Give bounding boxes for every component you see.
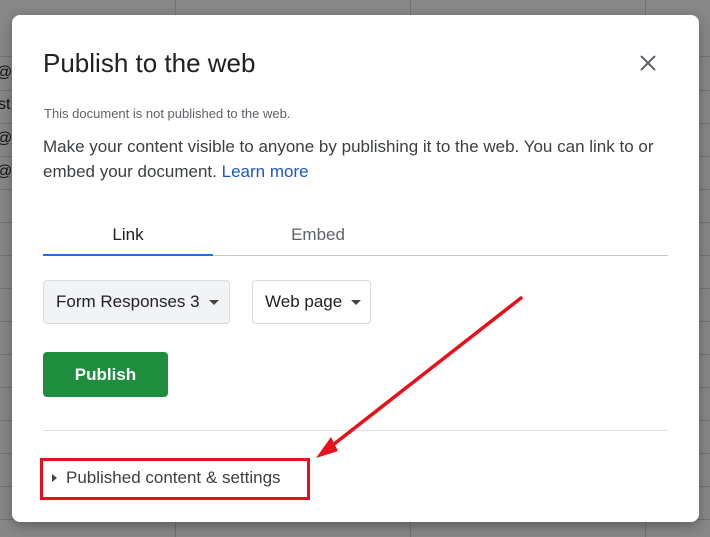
learn-more-link[interactable]: Learn more	[222, 162, 309, 181]
divider	[43, 430, 668, 431]
tab-embed[interactable]: Embed	[233, 225, 403, 255]
tab-link[interactable]: Link	[43, 225, 213, 256]
dialog-description: Make your content visible to anyone by p…	[43, 134, 673, 184]
description-text: Make your content visible to anyone by p…	[43, 137, 654, 181]
published-content-settings-toggle[interactable]: Published content & settings	[40, 459, 308, 497]
publish-button[interactable]: Publish	[43, 352, 168, 397]
close-icon	[640, 55, 656, 71]
dialog-title: Publish to the web	[43, 48, 256, 78]
sheet-select-value: Form Responses 3	[56, 292, 200, 311]
format-select-dropdown[interactable]: Web page	[252, 280, 371, 324]
publish-status-text: This document is not published to the we…	[44, 106, 291, 121]
close-button[interactable]	[636, 51, 660, 75]
tab-bar: Link Embed	[43, 225, 668, 256]
caret-down-icon	[208, 299, 219, 305]
publish-dialog: Publish to the web This document is not …	[12, 15, 699, 522]
settings-toggle-label: Published content & settings	[66, 468, 281, 487]
caret-down-icon	[351, 299, 362, 305]
sheet-select-dropdown[interactable]: Form Responses 3	[43, 280, 230, 324]
format-select-value: Web page	[265, 292, 343, 311]
expand-triangle-icon	[52, 474, 57, 482]
